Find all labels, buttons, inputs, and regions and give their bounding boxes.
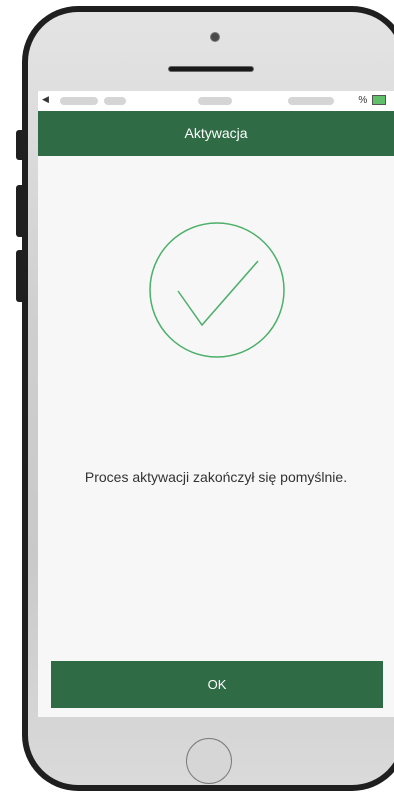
status-bar: ◀ %: [38, 91, 394, 111]
checkmark-circle-icon: [149, 222, 285, 358]
app-header: Aktywacja: [38, 111, 394, 156]
app-screen: ◀ % Aktywacja Proces aktywacji zakończył…: [38, 91, 394, 717]
ok-button[interactable]: OK: [51, 661, 383, 708]
status-signal: [104, 97, 126, 105]
location-arrow-icon: ◀: [42, 94, 49, 104]
stage: ◀ % Aktywacja Proces aktywacji zakończył…: [0, 0, 394, 799]
status-carrier: [60, 97, 98, 105]
volume-down-button: [16, 250, 22, 302]
earpiece-speaker: [168, 66, 254, 72]
mute-switch: [16, 130, 22, 160]
page-title: Aktywacja: [184, 125, 248, 141]
success-message: Proces aktywacji zakończył się pomyślnie…: [84, 469, 348, 485]
battery-charging-icon: [372, 95, 386, 106]
battery-status: %: [358, 95, 386, 106]
status-network: [288, 97, 334, 105]
front-camera: [210, 32, 220, 42]
status-time: [198, 97, 232, 105]
volume-up-button: [16, 185, 22, 237]
battery-percent: %: [358, 95, 368, 106]
home-button[interactable]: [186, 738, 232, 784]
